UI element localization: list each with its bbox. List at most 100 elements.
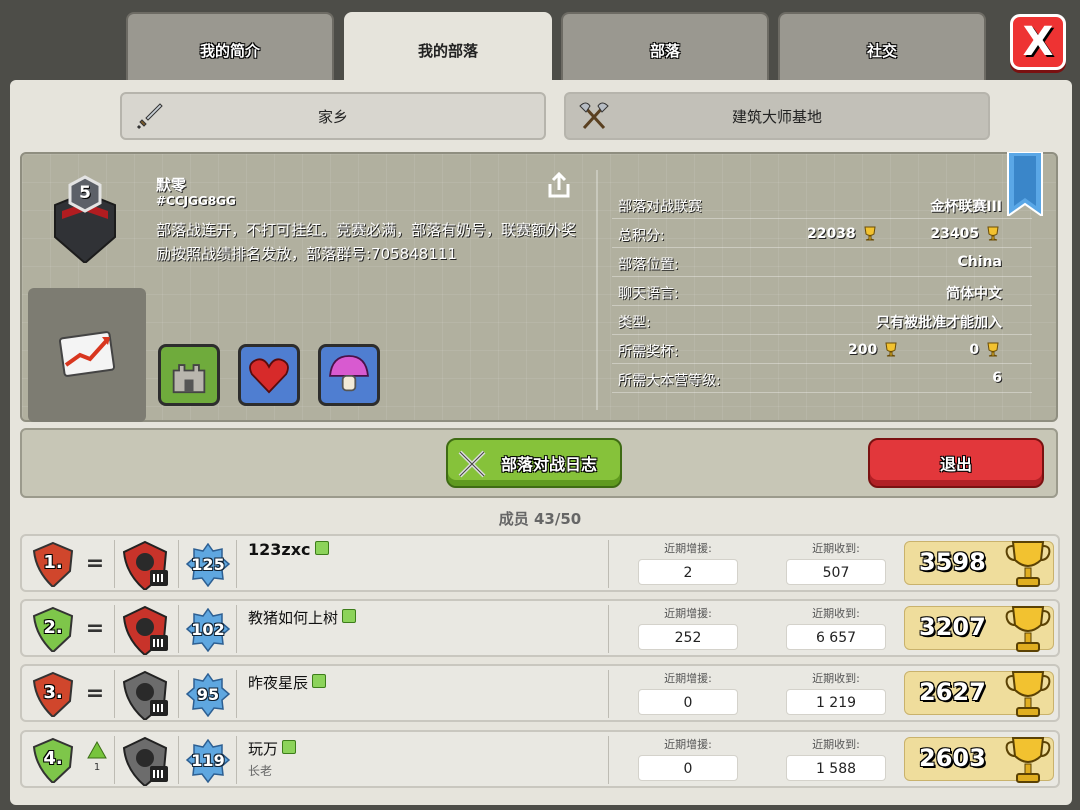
member-rank: 2. <box>43 617 63 638</box>
close-button[interactable]: X <box>1010 14 1066 70</box>
req-trophies-builder: 0 <box>969 342 980 358</box>
donations-given-value: 252 <box>638 624 738 650</box>
crossed-swords-icon <box>458 450 486 478</box>
member-row[interactable]: 2. = 102 教猪如何上树 近期增援: 252 近期收到: 6 657 32… <box>20 599 1060 657</box>
donations-given-value: 2 <box>638 559 738 585</box>
member-name: 123zxc <box>248 540 311 559</box>
crossed-axes-icon <box>579 102 609 130</box>
info-label: 类型: <box>618 315 651 331</box>
heart-icon[interactable] <box>238 344 300 406</box>
member-name-wrap: 昨夜星辰 <box>248 672 327 693</box>
row-divider <box>178 540 179 588</box>
member-row[interactable]: 4. 1 119 玩万 长老 近期增援: 0 近期收到: 1 588 2603 <box>20 730 1060 788</box>
row-divider <box>608 670 609 718</box>
trophy-icon <box>1005 606 1051 652</box>
row-divider <box>178 736 179 784</box>
row-divider <box>236 605 237 653</box>
row-divider <box>114 605 115 653</box>
trophy-icon <box>1005 541 1051 587</box>
member-rank: 1. <box>43 552 63 573</box>
war-log-label: 部落对战日志 <box>500 455 597 474</box>
clan-info-table: 部落对战联赛 金杯联赛III 总积分: 22038 23405 部落位置: Ch… <box>612 190 1032 393</box>
tab-clans[interactable]: 部落 <box>561 12 769 82</box>
members-count: 成员 43/50 <box>498 510 582 528</box>
member-trophies: 2603 <box>919 744 986 772</box>
member-trophies: 3598 <box>919 548 986 576</box>
row-divider <box>114 540 115 588</box>
mushroom-icon[interactable] <box>318 344 380 406</box>
note-icon[interactable] <box>314 540 329 555</box>
trophy-icon <box>864 226 876 241</box>
capital-castle-icon[interactable] <box>158 344 220 406</box>
trophy-box: 3598 <box>904 541 1054 587</box>
donations-received: 近期收到: 1 219 <box>786 670 886 715</box>
donations-given-label: 近期增援: <box>664 738 712 751</box>
tab-social[interactable]: 社交 <box>778 12 986 82</box>
rank-change: = <box>85 616 105 641</box>
row-divider <box>114 736 115 784</box>
subtab-builder-base[interactable]: 建筑大师基地 <box>564 92 990 140</box>
row-divider <box>178 670 179 718</box>
req-trophies-main: 200 <box>848 342 878 358</box>
info-value: 6 <box>992 370 1002 386</box>
note-icon[interactable] <box>342 608 357 623</box>
league-badge-icon <box>122 540 168 590</box>
row-divider <box>608 540 609 588</box>
trophy-box: 2603 <box>904 737 1054 783</box>
subtab-home-label: 家乡 <box>317 107 348 126</box>
donations-given: 近期增援: 2 <box>638 540 738 585</box>
note-icon[interactable] <box>282 739 297 754</box>
member-name-wrap: 玩万 <box>248 738 297 759</box>
clan-level: 5 <box>79 183 91 203</box>
info-label: 部落对战联赛 <box>618 199 702 215</box>
donations-given: 近期增援: 0 <box>638 670 738 715</box>
info-label: 聊天语言: <box>618 286 679 302</box>
note-icon[interactable] <box>312 673 327 688</box>
info-row-required-trophies: 所需奖杯: 200 0 <box>612 335 1032 364</box>
info-value: 金杯联赛III <box>930 199 1002 215</box>
member-name: 玩万 <box>248 740 279 758</box>
info-divider <box>596 170 598 410</box>
row-divider <box>114 670 115 718</box>
row-divider <box>236 736 237 784</box>
donations-received-value: 1 588 <box>786 755 886 781</box>
info-row-language: 聊天语言: 简体中文 <box>612 277 1032 306</box>
clan-name: 默零 <box>156 176 187 194</box>
donations-given-label: 近期增援: <box>664 672 712 685</box>
info-label: 所需大本营等级: <box>618 373 721 389</box>
tab-my-profile[interactable]: 我的简介 <box>126 12 334 82</box>
war-log-button[interactable]: 部落对战日志 <box>446 438 622 488</box>
tab-my-clan[interactable]: 我的部落 <box>344 12 552 82</box>
info-row-war-league: 部落对战联赛 金杯联赛III <box>612 190 1032 219</box>
clan-description: 部落战连开，不打可挂红。竞赛必满，部落有奶号，联赛额外奖励按照战绩排名发放，部落… <box>156 221 577 263</box>
trophy-icon <box>987 342 999 357</box>
trophy-icon <box>1005 671 1051 717</box>
rank-change: = <box>85 681 105 706</box>
member-trophies: 2627 <box>919 678 986 706</box>
info-value-main: 200 <box>848 341 900 359</box>
share-icon[interactable] <box>544 170 574 200</box>
donations-received: 近期收到: 1 588 <box>786 736 886 781</box>
xp-level: 119 <box>191 751 225 770</box>
info-row-type: 类型: 只有被批准才能加入 <box>612 306 1032 335</box>
info-label: 部落位置: <box>618 257 679 273</box>
league-badge-icon <box>122 736 168 786</box>
member-row[interactable]: 1. = 125 123zxc 近期增援: 2 近期收到: 507 3598 <box>20 534 1060 592</box>
row-divider <box>236 670 237 718</box>
subtab-home-village[interactable]: 家乡 <box>120 92 546 140</box>
trophy-box: 3207 <box>904 606 1054 652</box>
member-name-wrap: 123zxc <box>248 540 329 559</box>
info-value-main: 22038 <box>807 225 879 243</box>
clan-tag: #CCJGG8GG <box>156 194 236 208</box>
member-role: 长老 <box>248 764 273 778</box>
info-row-total-points: 总积分: 22038 23405 <box>612 219 1032 248</box>
points-builder: 23405 <box>930 226 980 242</box>
leave-clan-button[interactable]: 退出 <box>868 438 1044 488</box>
trophy-icon <box>885 342 897 357</box>
donations-received-label: 近期收到: <box>812 542 860 555</box>
member-row[interactable]: 3. = 95 昨夜星辰 近期增援: 0 近期收到: 1 219 2627 <box>20 664 1060 722</box>
donations-given: 近期增援: 252 <box>638 605 738 650</box>
trophy-icon <box>987 226 999 241</box>
xp-level: 125 <box>191 555 225 574</box>
donations-received: 近期收到: 6 657 <box>786 605 886 650</box>
